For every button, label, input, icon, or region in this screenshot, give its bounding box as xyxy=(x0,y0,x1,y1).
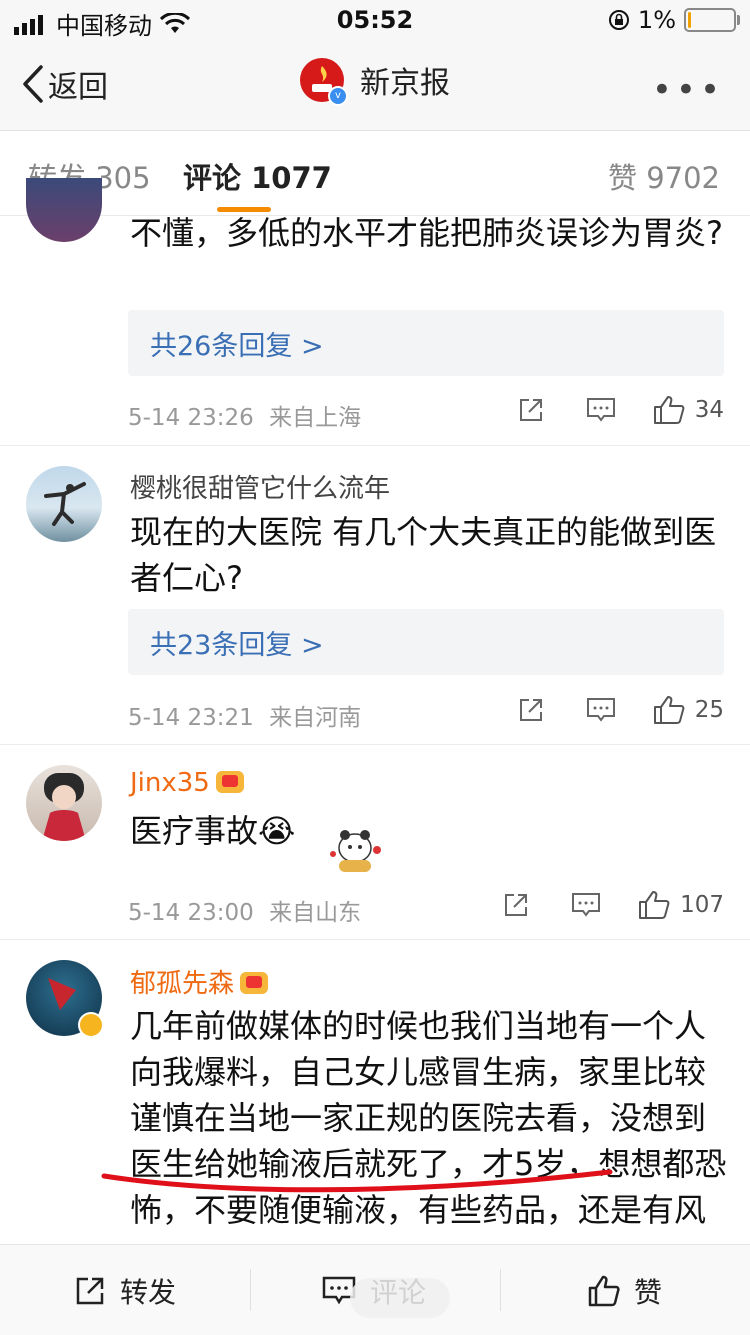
thumbs-up-icon[interactable] xyxy=(638,889,670,921)
tab-comments-label: 评论 xyxy=(183,161,242,195)
tab-repost-count: 305 xyxy=(95,161,151,195)
blurred-overlay xyxy=(350,1278,450,1318)
battery-percent: 1% xyxy=(637,6,676,34)
view-replies-label: 共26条回复 > xyxy=(150,331,324,362)
like-count: 34 xyxy=(694,397,724,423)
verified-gold-badge-icon xyxy=(78,1012,104,1038)
reply-icon[interactable] xyxy=(585,394,617,426)
repost-label: 转发 xyxy=(120,1276,177,1309)
comment-location: 来自山东 xyxy=(269,900,362,926)
like-count: 107 xyxy=(680,892,724,918)
tab-comments[interactable]: 评论 1077 xyxy=(183,155,332,197)
username-label: Jinx35 xyxy=(130,768,210,798)
username[interactable]: 樱桃很甜管它什么流年 xyxy=(130,468,390,505)
avatar[interactable] xyxy=(26,466,102,542)
divider xyxy=(0,744,750,745)
repost-button[interactable]: 转发 xyxy=(74,1271,176,1311)
like-button[interactable]: 赞 xyxy=(588,1271,662,1311)
tab-likes-count: 9702 xyxy=(646,161,720,195)
divider xyxy=(250,1269,251,1311)
tab-likes[interactable]: 赞 9702 xyxy=(608,155,720,197)
avatar[interactable] xyxy=(26,178,102,242)
like-label: 赞 xyxy=(634,1276,663,1309)
account-header[interactable]: v 新京报 xyxy=(300,58,450,106)
battery-icon xyxy=(684,8,740,32)
share-icon[interactable] xyxy=(500,889,532,921)
comment-meta: 5-14 23:21 来自河南 xyxy=(128,698,361,732)
portrait-figure-icon xyxy=(42,773,86,841)
comment-meta: 5-14 23:26 来自上海 xyxy=(128,398,361,432)
vip-crown-icon xyxy=(240,972,269,994)
comment-text: 现在的大医院 有几个大夫真正的能做到医者仁心? xyxy=(130,513,717,597)
nav-bar: 返回 v 新京报 ••• xyxy=(0,40,750,131)
share-icon[interactable] xyxy=(515,694,547,726)
more-options-icon[interactable]: ••• xyxy=(652,70,724,110)
crying-emoji-icon: 😭 xyxy=(258,812,296,850)
tab-likes-label: 赞 xyxy=(607,161,637,195)
back-label: 返回 xyxy=(48,70,108,105)
comment-text: 不懂，多低的水平才能把肺炎误诊为胃炎? xyxy=(130,214,723,252)
chevron-left-icon xyxy=(23,65,43,103)
divider xyxy=(500,1269,501,1311)
divider xyxy=(0,445,750,446)
comment-time: 5-14 23:00 xyxy=(128,900,254,926)
avatar[interactable] xyxy=(26,765,102,841)
reply-icon[interactable] xyxy=(570,889,602,921)
comment-time: 5-14 23:21 xyxy=(128,705,254,731)
tab-comments-count: 1077 xyxy=(251,161,332,195)
comment-text: 几年前做媒体的时候也我们当地有一个人向我爆料，自己女儿感冒生病，家里比较谨慎在当… xyxy=(130,1007,727,1229)
username[interactable]: 郁孤先森 xyxy=(130,963,269,1000)
account-logo: v xyxy=(300,58,348,106)
comment-location: 来自上海 xyxy=(269,405,362,431)
view-replies-label: 共23条回复 > xyxy=(150,630,324,661)
comment-meta: 5-14 23:00 来自山东 xyxy=(128,893,361,927)
comment-actions: 34 xyxy=(515,394,724,426)
back-button[interactable]: 返回 xyxy=(22,62,108,106)
status-bar: 中国移动 05:52 1% xyxy=(0,0,750,40)
account-name: 新京报 xyxy=(360,66,450,101)
like-count: 25 xyxy=(694,697,724,723)
view-replies-button[interactable]: 共26条回复 > xyxy=(128,310,724,376)
share-icon[interactable] xyxy=(515,394,547,426)
rotation-lock-icon xyxy=(608,10,629,30)
vip-crown-icon xyxy=(215,771,244,793)
repost-icon xyxy=(76,1277,104,1305)
sticker-icon xyxy=(325,820,385,878)
comment-actions: 25 xyxy=(515,694,724,726)
underline-annotation xyxy=(101,1169,613,1193)
username-label: 郁孤先森 xyxy=(130,969,235,999)
comment-text-label: 医疗事故 xyxy=(130,812,259,850)
reply-icon[interactable] xyxy=(585,694,617,726)
username[interactable]: Jinx35 xyxy=(130,768,244,798)
divider xyxy=(0,939,750,940)
thumbs-up-icon xyxy=(588,1275,620,1307)
comment-actions: 107 xyxy=(500,889,724,921)
person-figure-icon xyxy=(44,482,86,526)
status-right: 1% xyxy=(608,6,740,34)
comment-location: 来自河南 xyxy=(269,705,362,731)
thumbs-up-icon[interactable] xyxy=(653,394,685,426)
thumbs-up-icon[interactable] xyxy=(653,694,685,726)
comment-text: 医疗事故😭 xyxy=(130,808,730,854)
verified-badge-icon: v xyxy=(328,86,348,106)
comment-time: 5-14 23:26 xyxy=(128,405,254,431)
view-replies-button[interactable]: 共23条回复 > xyxy=(128,609,724,675)
tab-bar: 转发 305 评论 1077 赞 9702 xyxy=(0,131,750,216)
